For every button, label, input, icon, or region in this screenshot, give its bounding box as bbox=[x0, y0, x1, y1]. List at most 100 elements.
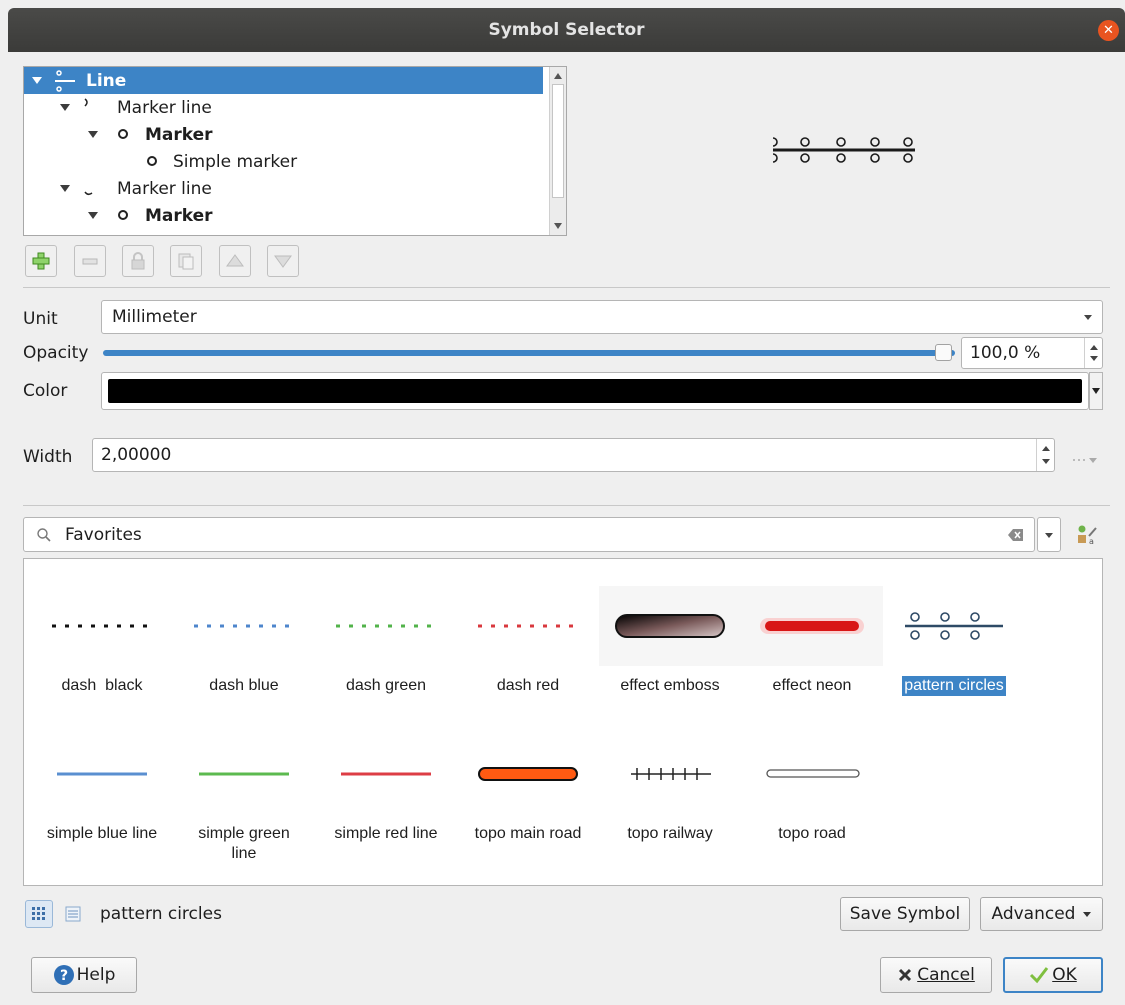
move-down-button[interactable] bbox=[267, 245, 299, 277]
symbol-item-simple-blue-line[interactable]: simple blue line bbox=[31, 734, 173, 844]
save-symbol-button[interactable]: Save Symbol bbox=[840, 897, 970, 931]
width-spinbox[interactable]: 2,00000 bbox=[92, 438, 1055, 472]
tree-row-label: Marker bbox=[145, 124, 213, 145]
opacity-slider-handle[interactable] bbox=[935, 344, 952, 361]
expand-icon[interactable] bbox=[32, 77, 42, 84]
expand-icon[interactable] bbox=[88, 131, 98, 138]
data-defined-override-icon[interactable] bbox=[1071, 454, 1101, 466]
color-button[interactable] bbox=[101, 372, 1089, 410]
symbol-name: dash red bbox=[496, 677, 560, 694]
expand-icon[interactable] bbox=[60, 104, 70, 111]
symbol-name: dash blue bbox=[209, 677, 279, 694]
ok-label: OK bbox=[1052, 965, 1077, 985]
marker-line-icon bbox=[84, 191, 93, 196]
search-icon bbox=[37, 528, 51, 542]
symbol-search-field[interactable]: Favorites bbox=[23, 517, 1035, 552]
move-up-button[interactable] bbox=[219, 245, 251, 277]
marker-line-icon bbox=[84, 98, 88, 107]
remove-layer-icon bbox=[82, 258, 98, 265]
clear-icon[interactable] bbox=[1008, 528, 1024, 542]
spin-arrows[interactable] bbox=[1036, 439, 1054, 471]
dash-black-preview bbox=[52, 624, 152, 628]
symbol-name: dash green bbox=[345, 677, 427, 694]
close-icon: ✕ bbox=[1103, 23, 1114, 38]
symbol-item-dash-black[interactable]: dash black bbox=[31, 586, 173, 696]
icon-view-button[interactable] bbox=[25, 900, 53, 928]
expand-icon[interactable] bbox=[60, 185, 70, 192]
style-manager-icon[interactable]: a bbox=[1076, 524, 1098, 546]
cancel-button[interactable]: Cancel bbox=[880, 957, 992, 993]
scrollbar-thumb[interactable] bbox=[552, 84, 564, 198]
expand-icon[interactable] bbox=[88, 212, 98, 219]
width-label: Width bbox=[23, 447, 73, 467]
lock-layer-button[interactable] bbox=[122, 245, 154, 277]
symbol-item-simple-red-line[interactable]: simple red line bbox=[315, 734, 457, 844]
tree-row-marker[interactable]: Marker bbox=[24, 202, 524, 229]
symbol-item-effect-neon[interactable]: effect neon bbox=[741, 586, 883, 696]
scroll-down-icon[interactable] bbox=[554, 223, 562, 229]
search-filter-dropdown[interactable] bbox=[1037, 517, 1061, 552]
symbol-item-topo-main-road[interactable]: topo main road bbox=[457, 734, 599, 844]
remove-layer-button[interactable] bbox=[74, 245, 106, 277]
svg-text:?: ? bbox=[60, 968, 68, 984]
scroll-up-icon[interactable] bbox=[554, 73, 562, 79]
tree-scrollbar[interactable] bbox=[549, 67, 566, 235]
spin-arrows[interactable] bbox=[1084, 338, 1102, 368]
symbol-item-dash-red[interactable]: dash red bbox=[457, 586, 599, 696]
duplicate-icon bbox=[178, 253, 194, 270]
simple-green-line-preview bbox=[199, 772, 289, 776]
symbol-item-dash-green[interactable]: dash green bbox=[315, 586, 457, 696]
separator bbox=[23, 287, 1110, 288]
move-up-icon bbox=[226, 254, 244, 267]
symbol-item-effect-emboss[interactable]: effect emboss bbox=[599, 586, 741, 696]
help-icon: ? bbox=[53, 965, 74, 985]
tree-row-label: Line bbox=[86, 70, 127, 91]
symbol-name: topo main road bbox=[474, 825, 582, 842]
close-button[interactable]: ✕ bbox=[1098, 20, 1119, 41]
symbol-name: topo road bbox=[778, 825, 846, 842]
duplicate-layer-button[interactable] bbox=[170, 245, 202, 277]
chevron-down-icon bbox=[1045, 533, 1053, 538]
tree-row-simple-marker[interactable]: Simple marker bbox=[24, 148, 524, 175]
symbol-name: effect neon bbox=[772, 677, 852, 694]
dash-blue-preview bbox=[194, 624, 294, 628]
symbol-item-topo-road[interactable]: topo road bbox=[741, 734, 883, 844]
list-view-button[interactable] bbox=[59, 900, 87, 928]
symbol-item-pattern-circles[interactable]: pattern circles bbox=[883, 586, 1025, 696]
symbol-item-topo-railway[interactable]: topo railway bbox=[599, 734, 741, 844]
tree-row-label: Simple marker bbox=[173, 151, 298, 172]
unit-select[interactable]: Millimeter bbox=[101, 300, 1103, 334]
opacity-slider-track[interactable] bbox=[103, 350, 955, 356]
symbol-name: simple red line bbox=[334, 825, 438, 842]
tree-row-marker[interactable]: Marker bbox=[24, 121, 524, 148]
chevron-down-icon bbox=[1083, 911, 1092, 917]
symbol-name: dash black bbox=[61, 677, 143, 694]
add-layer-button[interactable] bbox=[25, 245, 57, 277]
help-button[interactable]: ? Help bbox=[31, 957, 137, 993]
symbol-item-simple-green-line[interactable]: simple green line bbox=[173, 734, 315, 864]
selected-symbol-name: pattern circles bbox=[100, 904, 222, 924]
symbol-item-dash-blue[interactable]: dash blue bbox=[173, 586, 315, 696]
topo-road-preview bbox=[766, 769, 860, 778]
unit-label: Unit bbox=[23, 309, 58, 329]
title-bar: Symbol Selector ✕ bbox=[8, 8, 1125, 52]
ok-button[interactable]: OK bbox=[1003, 957, 1103, 993]
tree-row-marker-line[interactable]: Marker line bbox=[24, 94, 524, 121]
checkmark-icon bbox=[1030, 967, 1049, 984]
dash-green-preview bbox=[336, 624, 436, 628]
advanced-label: Advanced bbox=[991, 904, 1076, 924]
advanced-button[interactable]: Advanced bbox=[980, 897, 1103, 931]
tree-row-marker-line[interactable]: Marker line bbox=[24, 175, 524, 202]
cancel-icon bbox=[899, 968, 912, 982]
circle-icon bbox=[118, 210, 128, 220]
color-menu-button[interactable] bbox=[1089, 372, 1103, 410]
unit-value: Millimeter bbox=[112, 307, 197, 327]
save-symbol-label: Save Symbol bbox=[849, 904, 961, 924]
separator bbox=[23, 505, 1110, 506]
move-down-icon bbox=[274, 255, 292, 268]
tree-row-line[interactable]: Line bbox=[24, 67, 543, 94]
symbol-list[interactable]: dash black dash blue dash green dash red… bbox=[23, 558, 1103, 886]
opacity-spinbox[interactable]: 100,0 % bbox=[961, 337, 1103, 369]
help-label: Help bbox=[76, 965, 116, 985]
symbol-layer-tree[interactable]: Line Marker line Marker Simple marker Ma… bbox=[23, 66, 567, 236]
